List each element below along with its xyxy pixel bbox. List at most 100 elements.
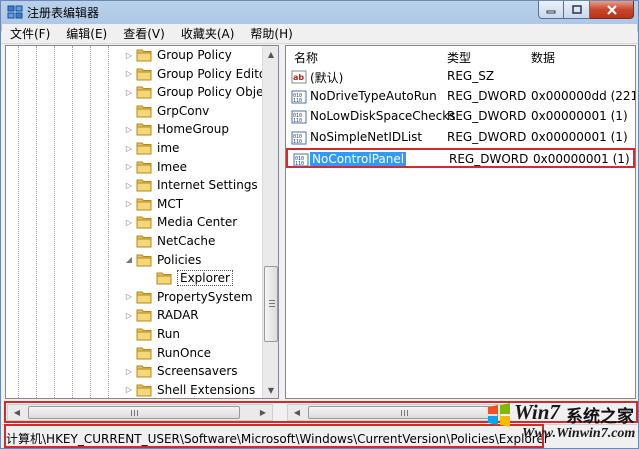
value-data: 0x00000001 (1) bbox=[531, 109, 628, 124]
tree-item[interactable]: NetCache bbox=[124, 232, 215, 250]
expand-arrow-icon[interactable]: ▷ bbox=[124, 69, 134, 78]
tree-item[interactable]: Run bbox=[124, 325, 180, 343]
tree-horizontal-scrollbar[interactable]: ◀ ▶ bbox=[7, 404, 273, 421]
tree-item[interactable]: ▷ Internet Settings bbox=[124, 176, 258, 194]
tree-item-label: Group Policy Objects bbox=[157, 85, 279, 100]
scroll-up-arrow-icon[interactable]: ▲ bbox=[264, 47, 278, 61]
tree-item[interactable]: RunOnce bbox=[124, 344, 211, 362]
tree-vertical-scrollbar[interactable]: ▲ ▼ bbox=[262, 46, 278, 398]
minimize-button[interactable] bbox=[538, 1, 564, 19]
folder-icon bbox=[136, 86, 152, 99]
expand-arrow-icon[interactable]: ▷ bbox=[124, 162, 134, 171]
svg-text:110: 110 bbox=[293, 139, 302, 145]
tree-hscroll-thumb[interactable] bbox=[28, 406, 240, 419]
tree-item[interactable]: ▷ MCT bbox=[124, 195, 183, 213]
maximize-button[interactable] bbox=[564, 1, 590, 19]
expand-arrow-icon[interactable]: ▷ bbox=[124, 125, 134, 134]
column-header-data[interactable]: 数据 bbox=[531, 49, 555, 66]
registry-value-list[interactable]: 名称 类型 数据 ab (默认) REG_SZ 010 110 NoDriveTypeAu… bbox=[285, 45, 636, 399]
tree-item[interactable]: ▷ Group Policy Editor bbox=[124, 65, 271, 83]
tree-item[interactable]: ▷ Imee bbox=[124, 158, 187, 176]
tree-item[interactable]: ▷ RADAR bbox=[124, 306, 199, 324]
list-horizontal-scrollbar[interactable]: ◀ bbox=[287, 404, 501, 421]
tree-item[interactable]: ▷ Group Policy Objects bbox=[124, 83, 279, 101]
tree-item[interactable]: ▷ Screensavers bbox=[124, 362, 238, 380]
grip-line bbox=[137, 410, 138, 416]
scroll-left-arrow-icon[interactable]: ◀ bbox=[9, 405, 25, 420]
column-header-type[interactable]: 类型 bbox=[447, 49, 471, 66]
tree-item[interactable]: ▷ PropertySystem bbox=[124, 288, 253, 306]
expand-arrow-icon[interactable]: ▷ bbox=[124, 218, 134, 227]
expand-arrow-icon[interactable]: ▷ bbox=[124, 311, 134, 320]
list-header: 名称 类型 数据 bbox=[286, 46, 635, 66]
regedit-app-icon bbox=[7, 5, 23, 19]
close-icon bbox=[606, 4, 617, 15]
grip-line bbox=[134, 410, 135, 416]
expand-arrow-icon[interactable]: ▷ bbox=[124, 181, 134, 190]
tree-item-label: Policies bbox=[157, 252, 202, 267]
registry-key-tree[interactable]: ▷ Group Policy ▷ Group Policy Editor ▷ Group … bbox=[5, 45, 279, 399]
grip-line bbox=[401, 410, 402, 416]
value-row[interactable]: 010 110 NoLowDiskSpaceChecks REG_DWORD 0x000… bbox=[286, 107, 635, 127]
expand-arrow-icon[interactable]: ▷ bbox=[124, 199, 134, 208]
title-bar: 注册表编辑器 bbox=[1, 1, 638, 23]
value-name: NoSimpleNetIDList bbox=[310, 129, 423, 144]
scroll-down-arrow-icon[interactable]: ▼ bbox=[264, 383, 278, 397]
expand-arrow-icon[interactable]: ▷ bbox=[124, 367, 134, 376]
folder-icon bbox=[136, 179, 152, 192]
tree-item[interactable]: ▷ Group Policy bbox=[124, 46, 232, 64]
tree-item-label: NetCache bbox=[157, 234, 216, 248]
tree-item-label: Media Center bbox=[157, 215, 238, 230]
close-button[interactable] bbox=[590, 1, 634, 19]
tree-item[interactable]: ▷ ime bbox=[124, 139, 179, 157]
folder-icon bbox=[136, 198, 152, 211]
expanded-arrow-icon[interactable]: ◢ bbox=[124, 255, 134, 264]
menu-edit[interactable]: 编辑(E) bbox=[58, 25, 115, 42]
tree-item[interactable]: GrpConv bbox=[124, 102, 209, 120]
folder-icon bbox=[136, 384, 152, 397]
tree-item[interactable]: ◢ Policies bbox=[124, 251, 201, 269]
folder-icon bbox=[136, 68, 152, 81]
folder-icon bbox=[136, 49, 152, 62]
menu-favorites[interactable]: 收藏夹(A) bbox=[173, 25, 243, 42]
expand-arrow-icon[interactable]: ▷ bbox=[124, 51, 134, 60]
expand-arrow-icon[interactable]: ▷ bbox=[124, 88, 134, 97]
folder-icon bbox=[136, 328, 152, 341]
folder-icon bbox=[136, 291, 152, 304]
list-hscroll-thumb[interactable] bbox=[308, 406, 498, 419]
menu-help[interactable]: 帮助(H) bbox=[242, 25, 300, 42]
tree-scroll-thumb[interactable] bbox=[264, 266, 278, 342]
column-header-name[interactable]: 名称 bbox=[294, 49, 318, 66]
folder-icon bbox=[136, 105, 152, 118]
expand-arrow-icon[interactable]: ▷ bbox=[124, 385, 134, 394]
tree-item[interactable]: Explorer bbox=[144, 269, 233, 287]
scroll-right-arrow-icon[interactable]: ▶ bbox=[255, 405, 271, 420]
tree-item-label: HomeGroup bbox=[157, 122, 229, 137]
folder-icon bbox=[136, 347, 152, 360]
menu-view[interactable]: 查看(V) bbox=[115, 25, 173, 42]
value-row[interactable]: ab (默认) REG_SZ bbox=[286, 67, 635, 87]
value-row[interactable]: 010 110 NoSimpleNetIDList REG_DWORD 0x000000… bbox=[286, 128, 635, 148]
expand-arrow-icon[interactable]: ▷ bbox=[124, 292, 134, 301]
scroll-left-arrow-icon[interactable]: ◀ bbox=[289, 405, 305, 420]
dword-value-icon: 010110 bbox=[291, 131, 307, 145]
open-folder-icon bbox=[136, 254, 152, 267]
window-title: 注册表编辑器 bbox=[27, 6, 100, 20]
menu-file[interactable]: 文件(F) bbox=[2, 25, 58, 42]
expand-arrow-icon[interactable]: ▷ bbox=[124, 144, 134, 153]
value-name: NoDriveTypeAutoRun bbox=[310, 89, 437, 104]
tree-item[interactable]: ▷ Media Center bbox=[124, 213, 237, 231]
tree-guide-line bbox=[108, 46, 109, 398]
svg-text:110: 110 bbox=[293, 118, 302, 124]
svg-text:ab: ab bbox=[293, 73, 304, 82]
tree-item[interactable]: ▷ Shell Extensions bbox=[124, 381, 255, 398]
grip-line bbox=[269, 303, 275, 304]
value-row[interactable]: 010 110 NoControlPanel REG_DWORD 0x00000001 … bbox=[286, 147, 635, 168]
menu-bar: 文件(F) 编辑(E) 查看(V) 收藏夹(A) 帮助(H) bbox=[2, 24, 637, 44]
registry-editor-window: 注册表编辑器 文件(F) 编辑(E) 查看(V) 收藏夹(A) 帮助(H) ▷ G… bbox=[0, 0, 639, 449]
dword-value-icon: 010110 bbox=[291, 90, 307, 104]
folder-icon bbox=[136, 309, 152, 322]
tree-item[interactable]: ▷ HomeGroup bbox=[124, 120, 229, 138]
value-row[interactable]: 010 110 NoDriveTypeAutoRun REG_DWORD 0x00000… bbox=[286, 87, 635, 107]
value-name: NoControlPanel bbox=[310, 151, 407, 166]
